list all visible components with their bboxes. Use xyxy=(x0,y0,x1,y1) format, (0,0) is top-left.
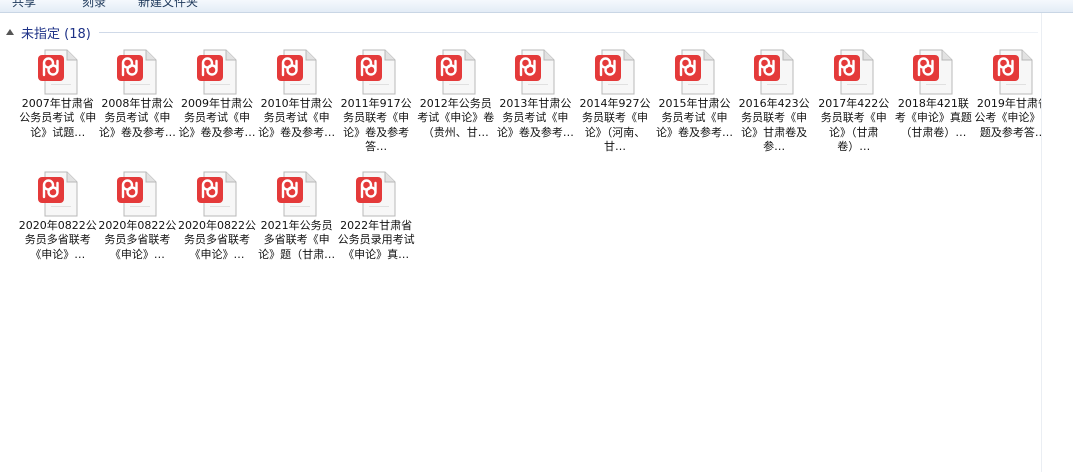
pdf-file-icon xyxy=(354,171,398,217)
file-item[interactable]: 2011年917公务员联考《申论》卷及参考答… xyxy=(336,49,416,171)
file-item[interactable]: 2009年甘肃公务员考试《申论》卷及参考… xyxy=(177,49,257,171)
collapse-arrow-icon[interactable] xyxy=(6,29,14,35)
pdf-file-icon xyxy=(275,49,319,95)
file-item[interactable]: 2018年421联考《申论》真题（甘肃卷）… xyxy=(894,49,974,171)
explorer-window: 共享 刻录 新建文件夹 未指定 (18) 2007年甘肃省公务员考试《申论》试题… xyxy=(0,0,1073,472)
file-name: 2014年927公务员联考《申论》（河南、甘… xyxy=(579,97,651,154)
file-name: 2008年甘肃公务员考试《申论》卷及参考… xyxy=(98,97,176,139)
file-name: 2020年0822公务员多省联考《申论》… xyxy=(18,219,97,261)
vertical-scrollbar[interactable] xyxy=(1041,13,1073,472)
pdf-file-icon xyxy=(832,49,876,95)
pdf-file-icon xyxy=(991,49,1035,95)
pdf-file-icon xyxy=(195,171,239,217)
group-header[interactable]: 未指定 (18) xyxy=(4,23,1038,42)
file-name: 2020年0822公务员多省联考《申论》… xyxy=(177,219,256,261)
pdf-file-icon xyxy=(115,49,159,95)
burn-button[interactable]: 刻录 xyxy=(82,0,106,10)
file-item[interactable]: 2012年公务员考试《申论》卷（贵州、甘… xyxy=(416,49,496,171)
file-item[interactable]: 2014年927公务员联考《申论》（河南、甘… xyxy=(575,49,655,171)
file-name: 2017年422公务员联考《申论》（甘肃卷）… xyxy=(818,97,890,154)
file-name: 2018年421联考《申论》真题（甘肃卷）… xyxy=(894,97,972,139)
pdf-file-icon xyxy=(593,49,637,95)
file-item[interactable]: 2010年甘肃公务员考试《申论》卷及参考… xyxy=(257,49,337,171)
group-title[interactable]: 未指定 (18) xyxy=(21,23,91,42)
group-divider xyxy=(98,31,1038,33)
file-item[interactable]: 2022年甘肃省公务员录用考试《申论》真… xyxy=(336,171,416,293)
file-name: 2011年917公务员联考《申论》卷及参考答… xyxy=(340,97,412,154)
file-item[interactable]: 2007年甘肃省公务员考试《申论》试题… xyxy=(18,49,98,171)
pdf-file-icon xyxy=(275,171,319,217)
file-item[interactable]: 2021年公务员多省联考《申论》题（甘肃… xyxy=(257,171,337,293)
toolbar: 共享 刻录 新建文件夹 xyxy=(0,0,1073,13)
file-item[interactable]: 2020年0822公务员多省联考《申论》… xyxy=(98,171,178,293)
share-button[interactable]: 共享 xyxy=(12,0,36,10)
file-item[interactable]: 2013年甘肃公务员考试《申论》卷及参考… xyxy=(496,49,576,171)
file-name: 2020年0822公务员多省联考《申论》… xyxy=(98,219,177,261)
file-item[interactable]: 2020年0822公务员多省联考《申论》… xyxy=(18,171,98,293)
file-name: 2010年甘肃公务员考试《申论》卷及参考… xyxy=(258,97,336,139)
pdf-file-icon xyxy=(911,49,955,95)
pdf-file-icon xyxy=(752,49,796,95)
pdf-file-icon xyxy=(36,49,80,95)
file-grid: 2007年甘肃省公务员考试《申论》试题… 2008年甘肃公务员考试《申论》卷及参考… xyxy=(18,49,1051,293)
file-item[interactable]: 2016年423公务员联考《申论》甘肃卷及参… xyxy=(734,49,814,171)
pdf-file-icon xyxy=(36,171,80,217)
file-name: 2016年423公务员联考《申论》甘肃卷及参… xyxy=(738,97,810,154)
pdf-file-icon xyxy=(513,49,557,95)
file-name: 2013年甘肃公务员考试《申论》卷及参考… xyxy=(496,97,574,139)
pdf-file-icon xyxy=(354,49,398,95)
file-name: 2022年甘肃省公务员录用考试《申论》真… xyxy=(337,219,415,261)
file-item[interactable]: 2015年甘肃公务员考试《申论》卷及参考… xyxy=(655,49,735,171)
pdf-file-icon xyxy=(673,49,717,95)
file-name: 2012年公务员考试《申论》卷（贵州、甘… xyxy=(417,97,495,139)
file-name: 2015年甘肃公务员考试《申论》卷及参考… xyxy=(656,97,734,139)
pdf-file-icon xyxy=(434,49,478,95)
pdf-file-icon xyxy=(195,49,239,95)
file-list-view[interactable]: 未指定 (18) 2007年甘肃省公务员考试《申论》试题… 2008年甘肃公务员考… xyxy=(0,13,1051,472)
file-item[interactable]: 2008年甘肃公务员考试《申论》卷及参考… xyxy=(98,49,178,171)
file-item[interactable]: 2020年0822公务员多省联考《申论》… xyxy=(177,171,257,293)
file-name: 2009年甘肃公务员考试《申论》卷及参考… xyxy=(178,97,256,139)
file-name: 2007年甘肃省公务员考试《申论》试题… xyxy=(19,97,97,139)
file-name: 2021年公务员多省联考《申论》题（甘肃… xyxy=(258,219,336,261)
pdf-file-icon xyxy=(115,171,159,217)
file-item[interactable]: 2017年422公务员联考《申论》（甘肃卷）… xyxy=(814,49,894,171)
new-folder-button[interactable]: 新建文件夹 xyxy=(138,0,198,10)
